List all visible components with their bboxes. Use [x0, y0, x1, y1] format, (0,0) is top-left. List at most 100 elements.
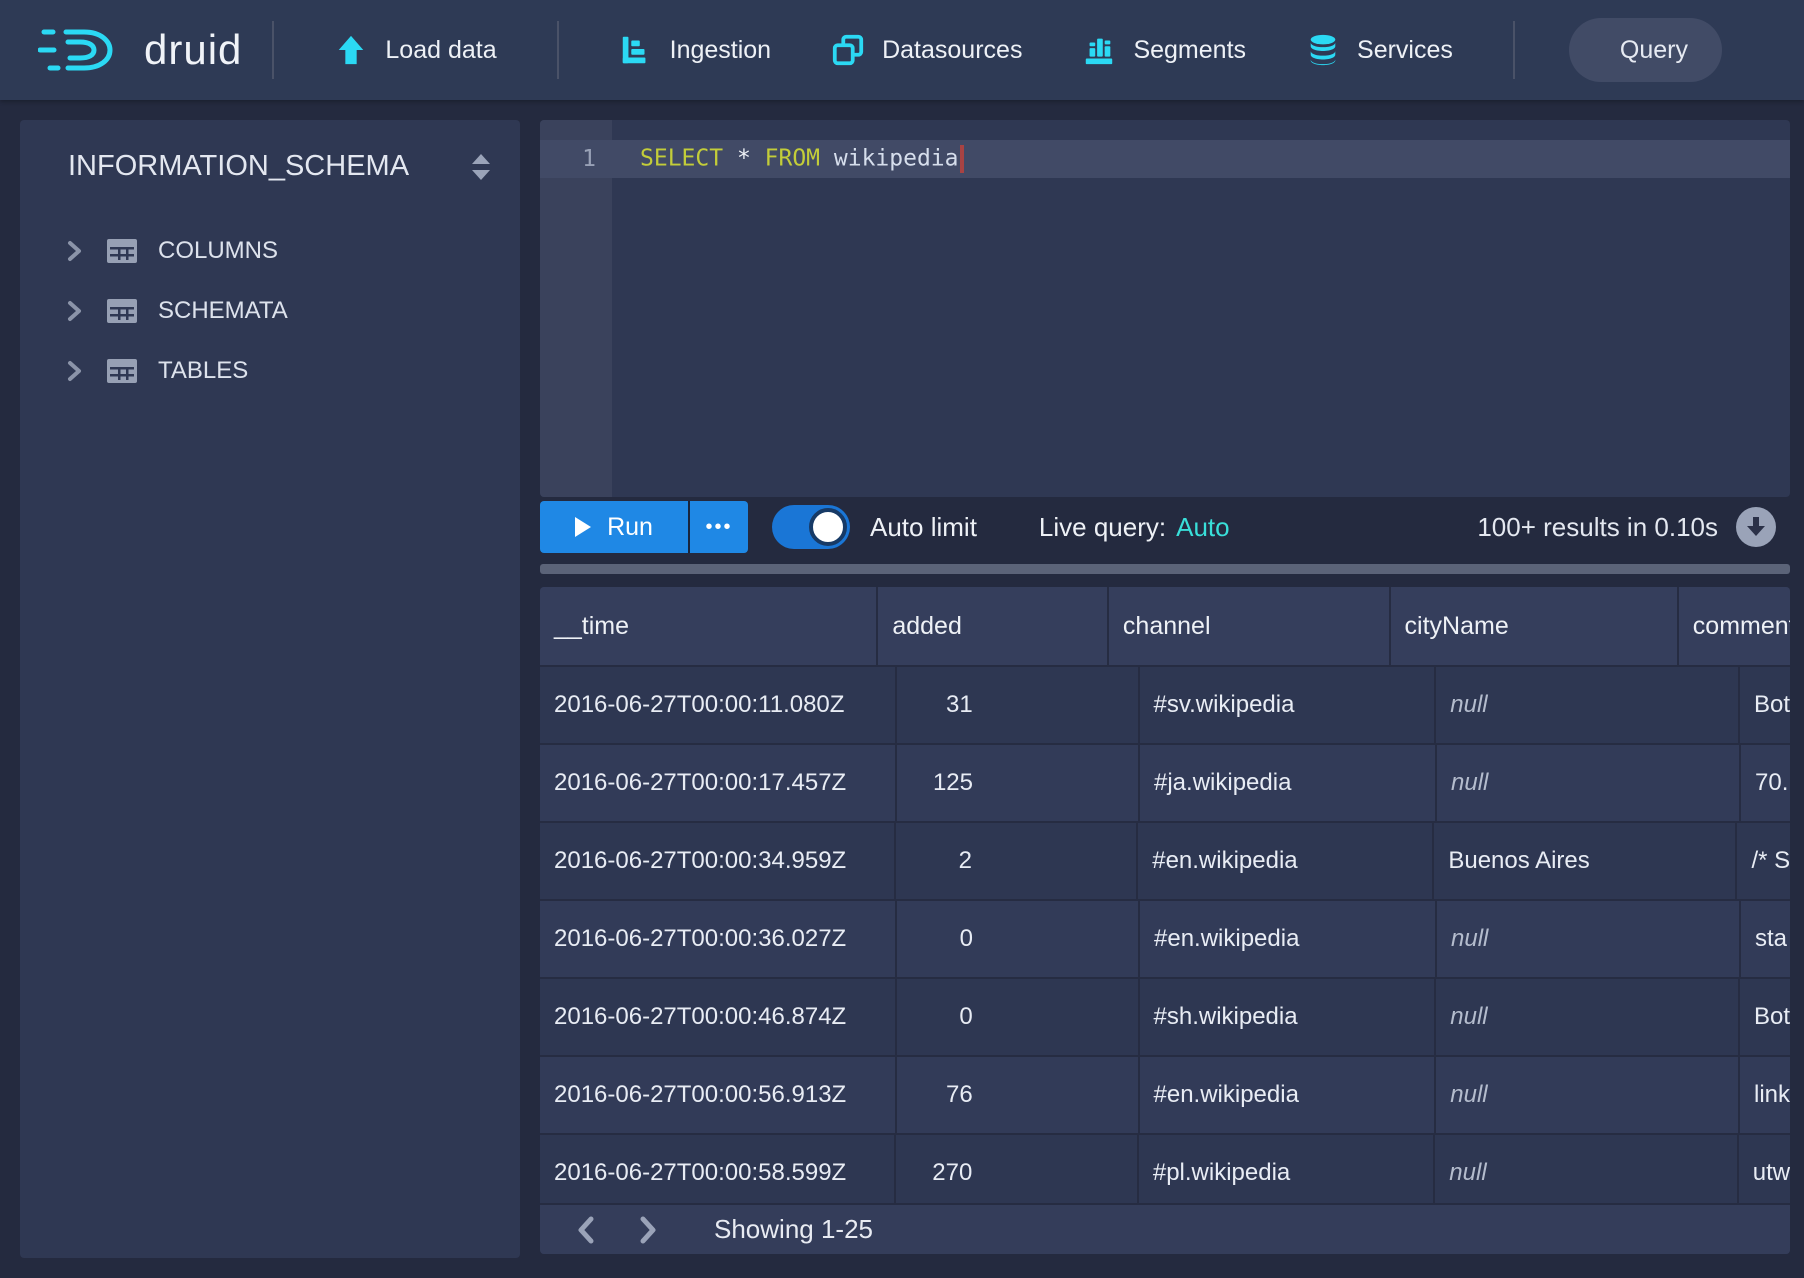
gantt-icon — [619, 33, 653, 67]
chevron-right-icon — [62, 358, 86, 384]
sql-token: FROM — [765, 146, 820, 172]
table-row: 2016-06-27T00:00:36.027Z0#en.wikipedianu… — [540, 899, 1790, 977]
table-cell[interactable]: 2016-06-27T00:00:17.457Z — [540, 745, 897, 821]
database-icon — [1306, 33, 1340, 67]
nav-separator — [557, 21, 559, 79]
druid-logo-icon — [38, 22, 130, 78]
run-more-button[interactable]: ••• — [690, 501, 748, 553]
run-button[interactable]: Run — [540, 501, 688, 553]
pane-splitter[interactable] — [540, 564, 1790, 574]
table-cell[interactable]: #en.wikipedia — [1140, 901, 1437, 977]
bar-chart-icon — [1082, 33, 1116, 67]
nav-separator — [272, 21, 274, 79]
table-cell[interactable]: null — [1435, 1135, 1738, 1211]
top-navbar: druid Load data Ingestion Datasources — [0, 0, 1804, 100]
table-cell[interactable]: 31 — [897, 667, 1140, 743]
nav-item-services[interactable]: Services — [1276, 0, 1483, 100]
column-header-channel[interactable]: channel — [1109, 587, 1391, 665]
table-cell[interactable]: #pl.wikipedia — [1139, 1135, 1435, 1211]
table-cell[interactable]: 2016-06-27T00:00:11.080Z — [540, 667, 897, 743]
table-cell[interactable]: 70. — [1741, 745, 1790, 821]
table-cell[interactable]: #ja.wikipedia — [1140, 745, 1437, 821]
table-cell[interactable]: Bot — [1740, 667, 1790, 743]
table-cell[interactable]: 76 — [897, 1057, 1140, 1133]
table-cell[interactable]: #sv.wikipedia — [1140, 667, 1437, 743]
nav-item-query[interactable]: Query — [1569, 18, 1722, 82]
editor-line-1[interactable]: 1 SELECT * FROM wikipedia — [540, 140, 1790, 178]
table-cell[interactable]: null — [1436, 979, 1740, 1055]
sql-token: SELECT — [640, 146, 723, 172]
table-cell[interactable]: null — [1436, 1057, 1740, 1133]
upload-icon — [334, 33, 368, 67]
auto-limit-toggle[interactable] — [772, 505, 850, 549]
results-pagination: Showing 1-25 — [540, 1203, 1790, 1254]
download-button[interactable] — [1736, 507, 1776, 547]
tree-item-schemata[interactable]: SCHEMATA — [20, 281, 520, 341]
druid-logo[interactable]: druid — [38, 22, 242, 78]
column-header-added[interactable]: added — [878, 587, 1109, 665]
table-cell[interactable]: null — [1436, 667, 1740, 743]
table-icon — [106, 357, 138, 385]
table-cell[interactable]: #en.wikipedia — [1140, 1057, 1437, 1133]
nav-item-label: Datasources — [882, 36, 1022, 65]
text-cursor — [960, 145, 964, 173]
sql-token: * — [723, 146, 765, 172]
table-cell[interactable]: 2016-06-27T00:00:36.027Z — [540, 901, 897, 977]
nav-item-load-data[interactable]: Load data — [304, 0, 526, 100]
sql-editor[interactable]: 1 SELECT * FROM wikipedia — [540, 120, 1790, 497]
play-icon — [575, 517, 591, 537]
live-query-label: Live query: — [1039, 512, 1166, 543]
nav-item-label: Load data — [385, 36, 496, 65]
table-cell[interactable]: utw — [1739, 1135, 1790, 1211]
run-split-button: Run ••• — [540, 501, 748, 553]
query-workbench: 1 SELECT * FROM wikipedia Run ••• Auto l… — [540, 120, 1790, 1258]
column-header-cityname[interactable]: cityName — [1391, 587, 1679, 665]
table-cell[interactable]: #sh.wikipedia — [1140, 979, 1437, 1055]
tree-item-label: TABLES — [158, 357, 248, 385]
table-cell[interactable]: 2016-06-27T00:00:58.599Z — [540, 1135, 896, 1211]
live-query-value[interactable]: Auto — [1176, 512, 1230, 543]
table-cell[interactable]: 2016-06-27T00:00:56.913Z — [540, 1057, 897, 1133]
table-cell[interactable]: 2016-06-27T00:00:46.874Z — [540, 979, 897, 1055]
table-cell[interactable]: null — [1437, 901, 1741, 977]
tree-item-label: COLUMNS — [158, 237, 278, 265]
results-panel: __time added channel cityName comment 20… — [540, 587, 1790, 1254]
table-cell[interactable]: 125 — [897, 745, 1140, 821]
column-header-time[interactable]: __time — [540, 587, 878, 665]
sql-text: SELECT * FROM wikipedia — [612, 145, 964, 173]
table-row: 2016-06-27T00:00:34.959Z2#en.wikipediaBu… — [540, 821, 1790, 899]
table-cell[interactable]: Bot — [1740, 979, 1790, 1055]
table-cell[interactable]: Buenos Aires — [1434, 823, 1737, 899]
schema-tree: COLUMNS SCHEMATA — [20, 221, 520, 401]
tree-item-columns[interactable]: COLUMNS — [20, 221, 520, 281]
table-cell[interactable]: 0 — [897, 901, 1140, 977]
table-cell[interactable]: link — [1740, 1057, 1790, 1133]
nav-item-segments[interactable]: Segments — [1052, 0, 1276, 100]
table-cell[interactable]: #en.wikipedia — [1138, 823, 1434, 899]
table-icon — [106, 237, 138, 265]
table-cell[interactable]: null — [1437, 745, 1741, 821]
nav-item-ingestion[interactable]: Ingestion — [589, 0, 801, 100]
table-cell[interactable]: 2 — [896, 823, 1138, 899]
layers-icon — [831, 33, 865, 67]
table-row: 2016-06-27T00:00:11.080Z31#sv.wikipedian… — [540, 665, 1790, 743]
table-cell[interactable]: /* S — [1737, 823, 1790, 899]
showing-label: Showing 1-25 — [714, 1214, 873, 1245]
table-cell[interactable]: 2016-06-27T00:00:34.959Z — [540, 823, 896, 899]
tree-item-label: SCHEMATA — [158, 297, 288, 325]
prev-page-button[interactable] — [566, 1210, 606, 1250]
sql-token: wikipedia — [820, 146, 958, 172]
schema-sidebar: INFORMATION_SCHEMA COLUMNS — [20, 120, 520, 1258]
nav-item-datasources[interactable]: Datasources — [801, 0, 1052, 100]
table-cell[interactable]: 270 — [896, 1135, 1139, 1211]
table-row: 2016-06-27T00:00:17.457Z125#ja.wikipedia… — [540, 743, 1790, 821]
download-icon — [1745, 515, 1767, 539]
tree-item-tables[interactable]: TABLES — [20, 341, 520, 401]
schema-selector[interactable]: INFORMATION_SCHEMA — [20, 120, 520, 193]
table-cell[interactable]: sta — [1741, 901, 1790, 977]
nav-item-label: Services — [1357, 36, 1453, 65]
next-page-button[interactable] — [628, 1210, 668, 1250]
table-cell[interactable]: 0 — [897, 979, 1140, 1055]
column-header-comment[interactable]: comment — [1679, 587, 1790, 665]
brand-name: druid — [144, 26, 242, 74]
